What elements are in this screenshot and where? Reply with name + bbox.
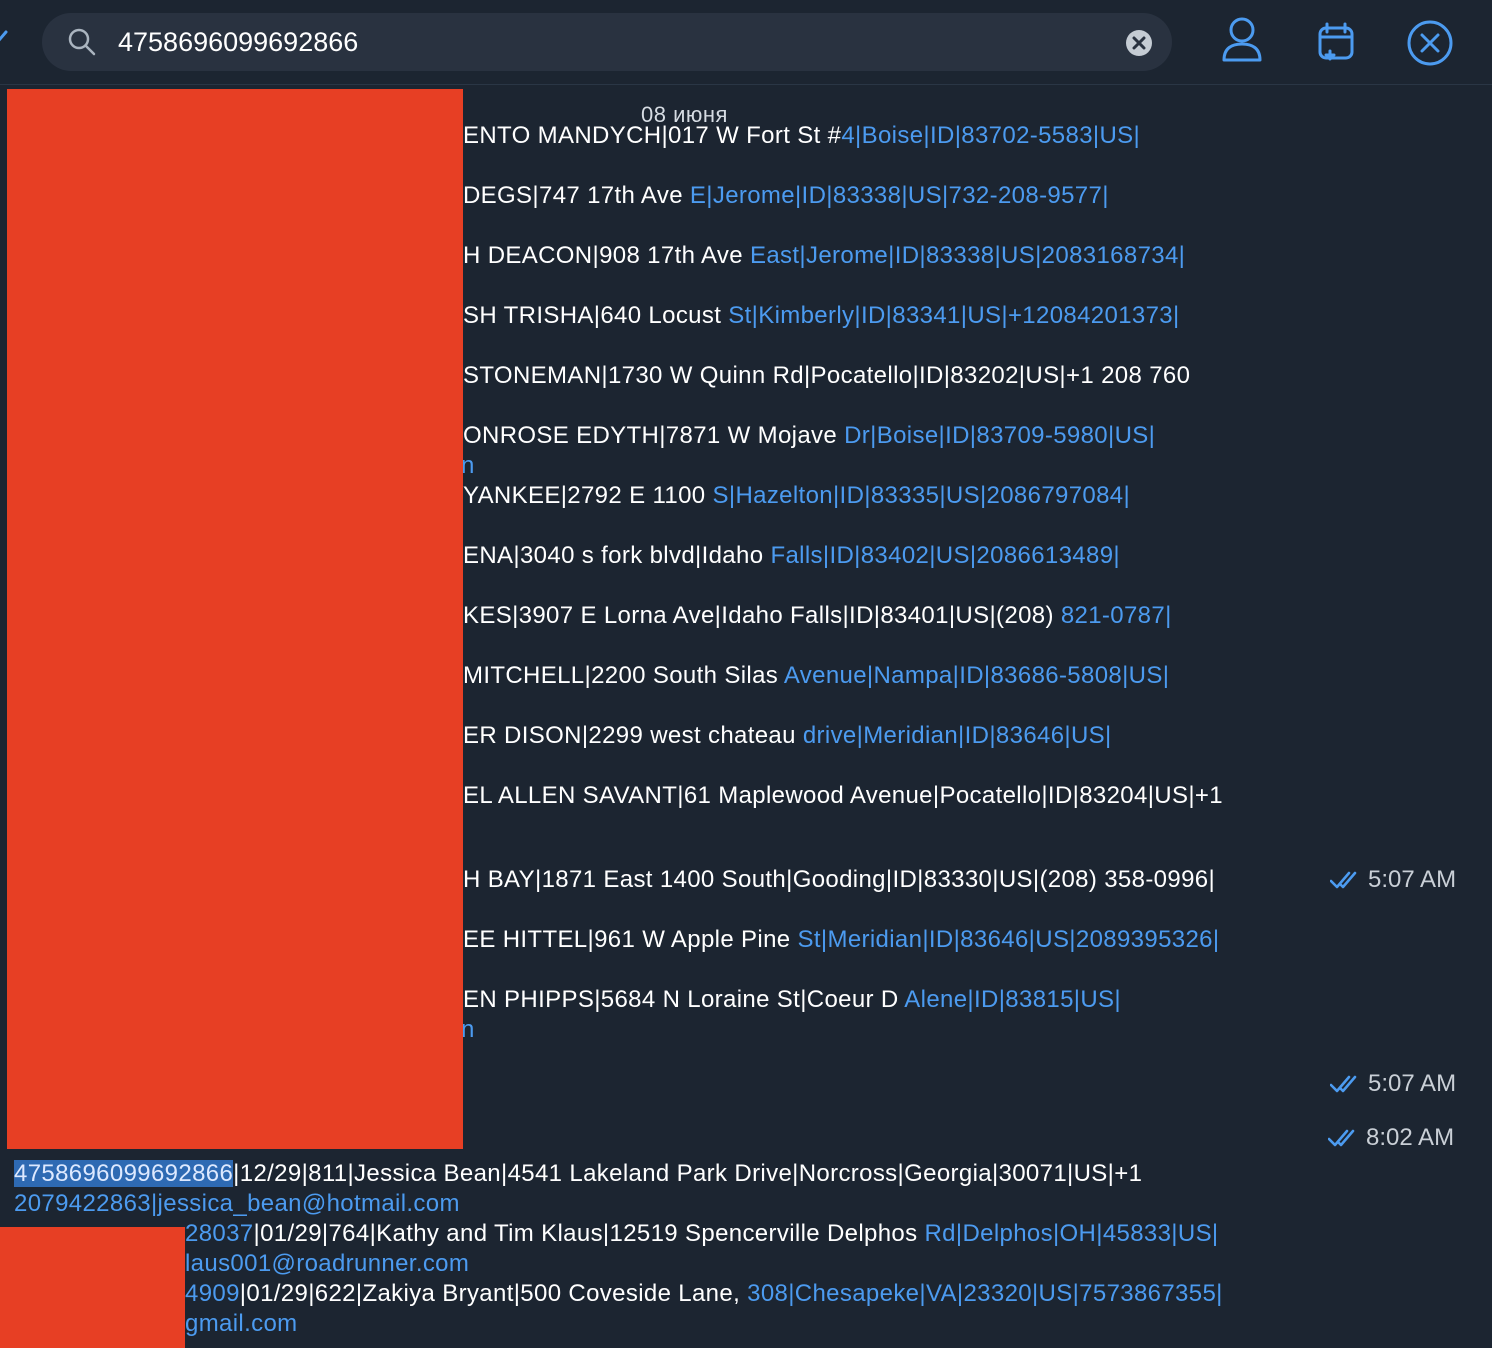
line-link[interactable]: Avenue|Nampa|ID|83686-5808|US|	[784, 662, 1169, 689]
line-text: H DEACON|908 17th Ave	[463, 242, 750, 269]
line-text: STONEMAN|1730 W Quinn Rd|Pocatello|ID|83…	[463, 362, 1191, 389]
line-text: ER DISON|2299 west chateau	[463, 722, 803, 749]
line-link[interactable]: 821-0787|	[1061, 602, 1172, 629]
time-label: 5:07 AM	[1368, 1070, 1457, 1097]
double-check-icon	[1330, 1075, 1357, 1093]
line-link[interactable]: 4|Boise|ID|83702-5583|US|	[841, 122, 1140, 149]
message-line[interactable]: 28037|01/29|764|Kathy and Tim Klaus|1251…	[185, 1219, 1219, 1249]
search-input[interactable]	[118, 13, 1098, 71]
line-text: |12/29|811|Jessica Bean|4541 Lakeland Pa…	[233, 1160, 1143, 1187]
message-line[interactable]: EL ALLEN SAVANT|61 Maplewood Avenue|Poca…	[463, 781, 1223, 811]
line-link[interactable]: Rd|Delphos|OH|45833|US|	[924, 1220, 1218, 1247]
message-line[interactable]: 4909|01/29|622|Zakiya Bryant|500 Covesid…	[185, 1279, 1223, 1309]
line-text: YANKEE|2792 E 1100	[463, 482, 713, 509]
message-line[interactable]: DEGS|747 17th Ave E|Jerome|ID|83338|US|7…	[463, 181, 1109, 211]
message-line[interactable]: ONROSE EDYTH|7871 W Mojave Dr|Boise|ID|8…	[463, 421, 1155, 451]
time-label: 8:02 AM	[1366, 1124, 1455, 1151]
search-box[interactable]	[42, 13, 1172, 71]
message-line[interactable]: STONEMAN|1730 W Quinn Rd|Pocatello|ID|83…	[463, 361, 1190, 391]
checkmark-icon[interactable]	[0, 30, 8, 55]
message-time: 8:02 AM	[1328, 1124, 1454, 1152]
line-text: EL ALLEN SAVANT|61 Maplewood Avenue|Poca…	[463, 782, 1223, 809]
line-text: |01/29|622|Zakiya Bryant|500 Coveside La…	[239, 1280, 748, 1307]
line-link[interactable]: 2079422863|jessica_bean@hotmail.com	[14, 1189, 460, 1219]
message-line[interactable]: H DEACON|908 17th Ave East|Jerome|ID|833…	[463, 241, 1185, 271]
line-text: ENTO MANDYCH|017 W Fort St #	[463, 122, 842, 149]
line-link[interactable]: St|Kimberly|ID|83341|US|+12084201373|	[728, 302, 1179, 329]
message-line[interactable]: EN PHIPPS|5684 N Loraine St|Coeur D Alen…	[463, 985, 1121, 1015]
line-text: SH TRISHA|640 Locust	[463, 302, 729, 329]
line-link[interactable]: 28037	[185, 1220, 254, 1247]
line-text: MITCHELL|2200 South Silas	[463, 662, 784, 689]
line-text: EN PHIPPS|5684 N Loraine St|Coeur D	[463, 986, 905, 1013]
message-time: 5:07 AM	[1330, 1070, 1456, 1098]
line-link[interactable]: Falls|ID|83402|US|2086613489|	[770, 542, 1120, 569]
line-text: |01/29|764|Kathy and Tim Klaus|12519 Spe…	[253, 1220, 925, 1247]
line-link[interactable]: 308|Chesapeke|VA|23320|US|7573867355|	[747, 1280, 1223, 1307]
redaction-block	[0, 1227, 185, 1348]
line-link[interactable]: 4909	[185, 1280, 240, 1307]
time-label: 5:07 AM	[1368, 866, 1457, 893]
profile-icon[interactable]	[1220, 16, 1264, 69]
line-link[interactable]: East|Jerome|ID|83338|US|2083168734|	[750, 242, 1185, 269]
double-check-icon	[1328, 1129, 1355, 1147]
message-time: 5:07 AM	[1330, 866, 1456, 894]
message-line[interactable]: ER DISON|2299 west chateau drive|Meridia…	[463, 721, 1112, 751]
message-line[interactable]: MITCHELL|2200 South Silas Avenue|Nampa|I…	[463, 661, 1169, 691]
double-check-icon	[1330, 871, 1357, 889]
message-line[interactable]: ENA|3040 s fork blvd|Idaho Falls|ID|8340…	[463, 541, 1120, 571]
schedule-icon[interactable]	[1316, 22, 1356, 69]
line-link[interactable]: gmail.com	[185, 1309, 298, 1339]
message-line[interactable]: ENTO MANDYCH|017 W Fort St #4|Boise|ID|8…	[463, 121, 1140, 151]
line-text: KES|3907 E Lorna Ave|Idaho Falls|ID|8340…	[463, 602, 1061, 629]
line-text: H BAY|1871 East 1400 South|Gooding|ID|83…	[463, 866, 1216, 893]
line-link[interactable]: Alene|ID|83815|US|	[904, 986, 1121, 1013]
line-text: ENA|3040 s fork blvd|Idaho	[463, 542, 771, 569]
line-link[interactable]: S|Hazelton|ID|83335|US|2086797084|	[713, 482, 1131, 509]
stray-link[interactable]: n	[461, 451, 475, 481]
line-text: EE HITTEL|961 W Apple Pine	[463, 926, 798, 953]
line-text: DEGS|747 17th Ave	[463, 182, 690, 209]
search-header	[0, 0, 1492, 85]
line-link[interactable]: laus001@roadrunner.com	[185, 1249, 469, 1279]
line-text: ONROSE EDYTH|7871 W Mojave	[463, 422, 845, 449]
line-link[interactable]: St|Meridian|ID|83646|US|2089395326|	[798, 926, 1220, 953]
search-match[interactable]: 4758696099692866	[14, 1160, 234, 1187]
line-link[interactable]: drive|Meridian|ID|83646|US|	[803, 722, 1112, 749]
redaction-block	[7, 89, 463, 1149]
message-line[interactable]: 4758696099692866|12/29|811|Jessica Bean|…	[14, 1159, 1142, 1189]
clear-icon[interactable]	[1125, 29, 1153, 62]
close-circle-icon[interactable]	[1406, 19, 1454, 72]
message-line[interactable]: KES|3907 E Lorna Ave|Idaho Falls|ID|8340…	[463, 601, 1172, 631]
line-link[interactable]: E|Jerome|ID|83338|US|732-208-9577|	[690, 182, 1109, 209]
message-line[interactable]: SH TRISHA|640 Locust St|Kimberly|ID|8334…	[463, 301, 1180, 331]
message-line[interactable]: EE HITTEL|961 W Apple Pine St|Meridian|I…	[463, 925, 1219, 955]
message-line[interactable]: H BAY|1871 East 1400 South|Gooding|ID|83…	[463, 865, 1215, 895]
line-link[interactable]: Dr|Boise|ID|83709-5980|US|	[844, 422, 1155, 449]
search-icon	[68, 28, 96, 61]
stray-link[interactable]: n	[461, 1015, 475, 1045]
message-line[interactable]: YANKEE|2792 E 1100 S|Hazelton|ID|83335|U…	[463, 481, 1130, 511]
